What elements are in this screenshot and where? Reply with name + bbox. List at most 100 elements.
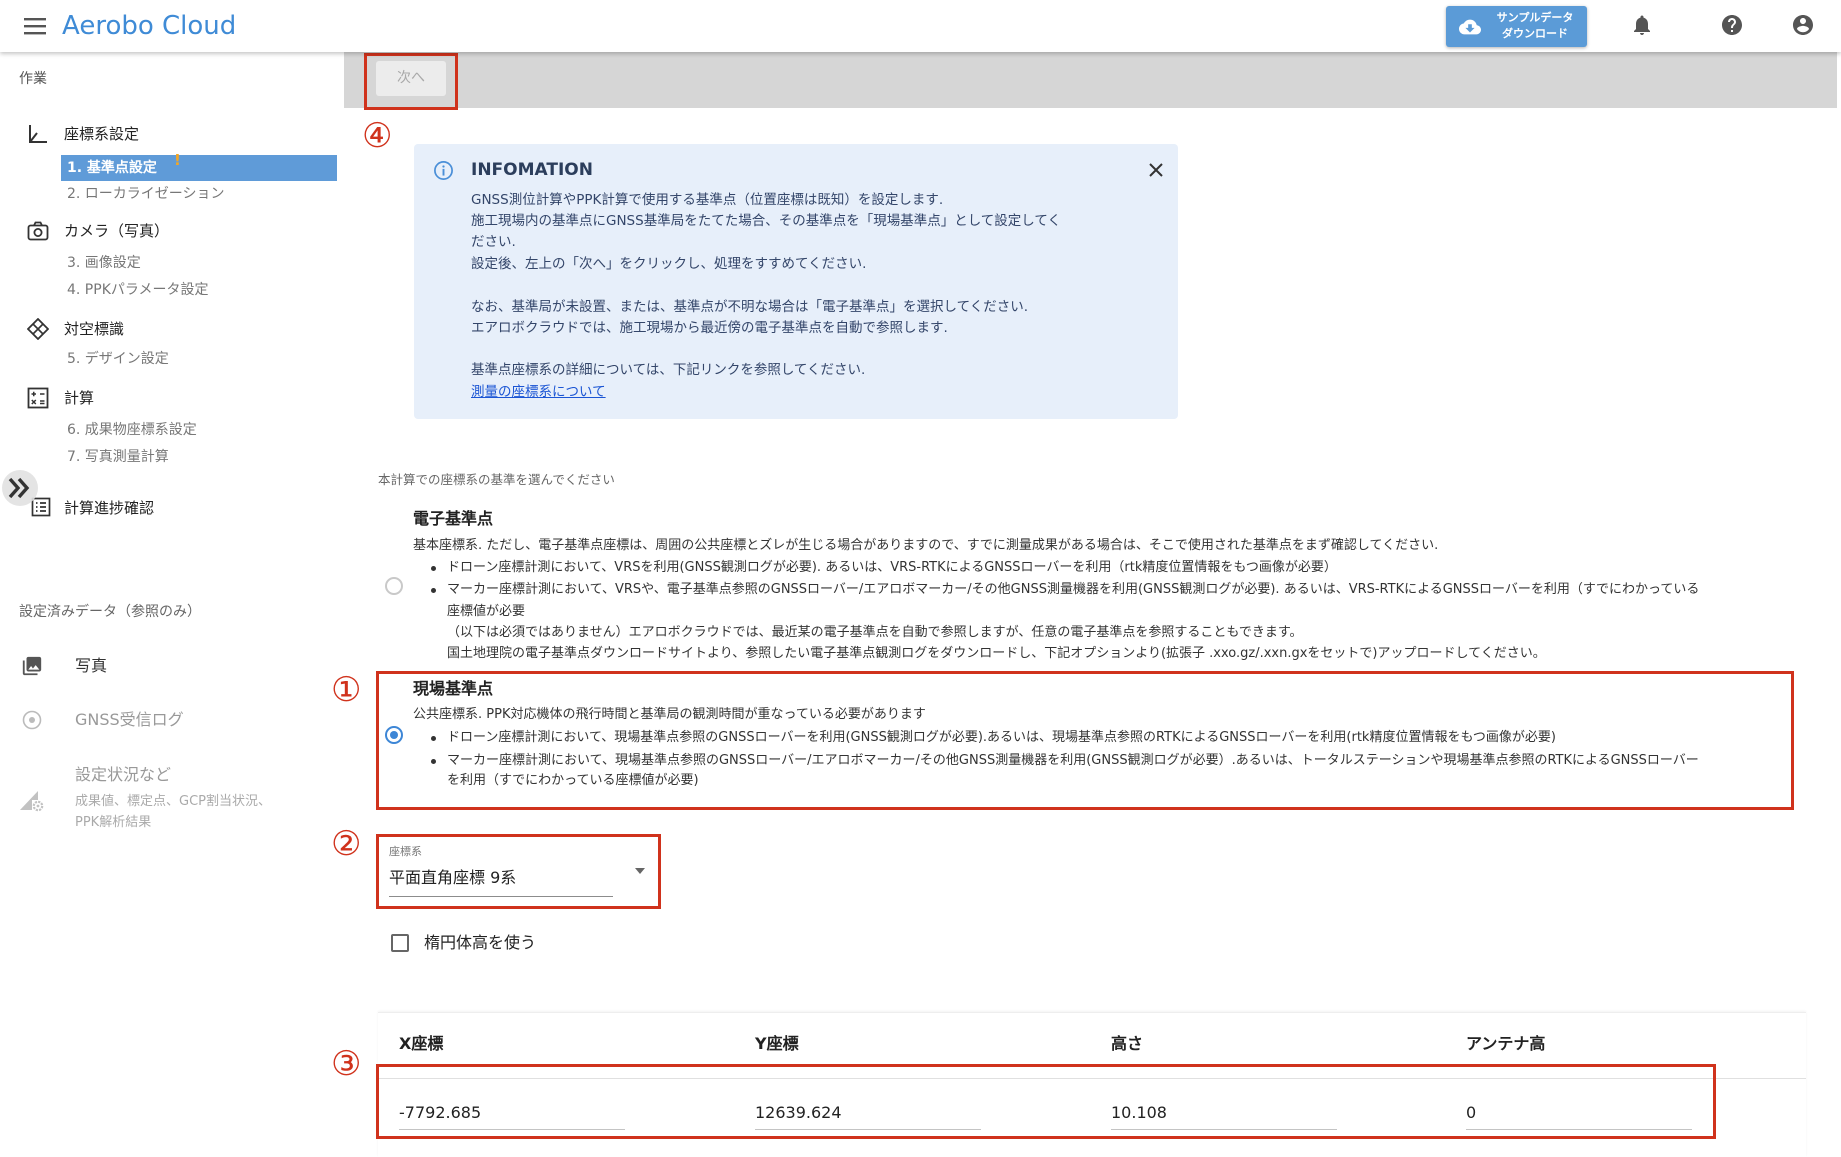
bullet-marker [431, 759, 436, 764]
axis-icon [27, 123, 49, 145]
gnss-log-icon [21, 709, 43, 731]
app-title[interactable]: Aerobo Cloud [62, 7, 236, 45]
coordinate-system-select[interactable]: 平面直角座標 9系 [389, 866, 516, 890]
double-chevron-right-icon [7, 476, 33, 500]
option-bullet-continuation: 座標値が必要 [447, 604, 526, 619]
menu-icon[interactable] [24, 17, 46, 35]
option-bullet: ドローン座標計測において、現場基準点参照のGNSSローバーを利用(GNSS観測ロ… [447, 730, 1556, 745]
annotation-number-1: ① [331, 670, 362, 710]
sidebar-item-label: 写真 [75, 656, 108, 675]
input-underline [1111, 1129, 1337, 1130]
info-icon [433, 160, 454, 181]
sidebar-section-label: カメラ（写真） [64, 222, 170, 240]
input-underline [399, 1129, 625, 1130]
work-section-label: 作業 [19, 71, 47, 87]
table-header-height: 高さ [1111, 1034, 1144, 1053]
sidebar-item-gnss-log[interactable]: GNSS受信ログ [0, 709, 340, 731]
sidebar-item-reference-point[interactable]: 1. 基準点設定 ! [61, 151, 337, 181]
reference-data-heading: 設定済みデータ（参照のみ） [19, 604, 201, 620]
sidebar-item-photos[interactable]: 写真 [0, 655, 340, 677]
sidebar-item-label: 設定状況など [75, 765, 172, 784]
sample-data-download-button[interactable]: サンプルデータ ダウンロード [1446, 6, 1587, 47]
camera-icon [27, 220, 49, 242]
y-coordinate-input[interactable]: 12639.624 [755, 1102, 842, 1124]
table-header-antenna-height: アンテナ高 [1466, 1034, 1546, 1053]
sidebar-section-camera[interactable]: カメラ（写真） [0, 221, 340, 241]
annotation-box-next [364, 53, 458, 110]
settings-status-icon [19, 788, 45, 812]
account-icon[interactable] [1791, 13, 1815, 37]
download-button-line2: ダウンロード [1502, 27, 1568, 40]
sidebar-item-localization[interactable]: 2. ローカライゼーション [67, 184, 225, 204]
bullet-marker [431, 566, 436, 571]
option-title: 電子基準点 [413, 509, 494, 528]
download-button-line1: サンプルデータ [1496, 11, 1574, 24]
option-bullet: マーカー座標計測において、VRSや、電子基準点参照のGNSSローバー/エアロボマ… [447, 582, 1700, 597]
height-input[interactable]: 10.108 [1111, 1102, 1167, 1124]
input-underline [755, 1129, 981, 1130]
sidebar-section-label: 座標系設定 [64, 125, 140, 143]
bullet-marker [431, 588, 436, 593]
coordinate-system-help-link[interactable]: 測量の座標系について [471, 382, 606, 403]
sidebar-item-output-coordinate-system[interactable]: 6. 成果物座標系設定 [67, 420, 197, 440]
action-toolbar [344, 52, 1837, 108]
ellipsoid-height-label[interactable]: 楕円体高を使う [424, 932, 536, 954]
sidebar-section-target-markers[interactable]: 対空標識 [0, 318, 340, 340]
warning-indicator: ! [174, 151, 181, 169]
info-text-line: なお、基準局が未設置、または、基準点が不明な場合は「電子基準点」を選択してくださ… [471, 299, 1028, 315]
list-icon [31, 497, 53, 519]
sidebar-item-image-settings[interactable]: 3. 画像設定 [67, 253, 141, 273]
option-title: 現場基準点 [413, 679, 494, 698]
option-description: 公共座標系. PPK対応機体の飛行時間と基準局の観測時間が重なっている必要があり… [413, 707, 926, 722]
option-bullet: ドローン座標計測において、VRSを利用(GNSS観測ログが必要). あるいは、V… [447, 560, 1337, 575]
sidebar-item-label: 計算進捗確認 [64, 499, 155, 517]
info-text-line: GNSS測位計算やPPK計算で使用する基準点（位置座標は既知）を設定します. [471, 192, 944, 208]
radio-electronic-reference-point[interactable] [385, 577, 403, 595]
sidebar-item-settings-status[interactable]: 設定状況など 成果値、標定点、GCP割当状況、 PPK解析結果 [0, 764, 340, 834]
info-text-line: 基準点座標系の詳細については、下記リンクを参照してください. [471, 362, 866, 378]
info-text-line: エアロボクラウドでは、施工現場から最近傍の電子基準点を自動で参照します. [471, 320, 948, 336]
sidebar-item-sublabel: PPK解析結果 [75, 815, 152, 830]
sidebar-item-ppk-parameters[interactable]: 4. PPKパラメータ設定 [67, 280, 208, 300]
info-text-line: 設定後、左上の「次へ」をクリックし、処理をすすめてください. [471, 256, 867, 272]
target-marker-icon [27, 318, 49, 340]
annotation-number-3: ③ [331, 1044, 362, 1084]
info-text-line: ださい. [471, 234, 516, 250]
radio-site-reference-point[interactable] [385, 726, 403, 744]
sidebar-item-label: GNSS受信ログ [75, 710, 184, 729]
table-header-x: X座標 [399, 1034, 444, 1053]
table-header-y: Y座標 [755, 1034, 799, 1053]
sidebar-section-label: 対空標識 [64, 320, 125, 338]
input-underline [1466, 1129, 1692, 1130]
option-note: （以下は必須ではありません）エアロボクラウドでは、最近某の電子基準点を自動で参照… [447, 625, 1303, 640]
photo-library-icon [21, 655, 43, 677]
annotation-box-coordinates [376, 1064, 1716, 1139]
sidebar-item-photogrammetry[interactable]: 7. 写真測量計算 [67, 447, 169, 467]
annotation-number-4: ④ [362, 116, 393, 156]
sidebar-section-label: 計算 [64, 389, 95, 407]
download-button-label: サンプルデータ ダウンロード [1488, 10, 1582, 42]
antenna-height-input[interactable]: 0 [1466, 1102, 1476, 1124]
info-title: INFOMATION [471, 160, 593, 180]
top-bar: Aerobo Cloud サンプルデータ ダウンロード [0, 0, 1841, 52]
sidebar: 作業 座標系設定 1. 基準点設定 ! 2. ローカライゼーション カメラ（写真… [0, 0, 340, 1157]
calculator-icon [27, 387, 49, 409]
sidebar-item-calculation-progress[interactable]: 計算進捗確認 [0, 497, 340, 519]
x-coordinate-input[interactable]: -7792.685 [399, 1102, 481, 1124]
option-description: 基本座標系. ただし、電子基準点座標は、周囲の公共座標とズレが生じる場合がありま… [413, 538, 1439, 553]
sidebar-item-label: 1. 基準点設定 [67, 160, 157, 176]
close-icon[interactable] [1147, 161, 1165, 179]
help-icon[interactable] [1720, 13, 1744, 37]
reference-choice-prompt: 本計算での座標系の基準を選んでください [378, 472, 615, 487]
sidebar-section-coordinate-system[interactable]: 座標系設定 [0, 124, 340, 144]
cloud-download-icon [1457, 16, 1483, 38]
sidebar-expand-button[interactable] [2, 470, 38, 506]
sidebar-item-design-settings[interactable]: 5. デザイン設定 [67, 349, 169, 369]
sidebar-section-calculation[interactable]: 計算 [0, 387, 340, 409]
ellipsoid-height-checkbox[interactable] [391, 934, 409, 952]
option-bullet: マーカー座標計測において、現場基準点参照のGNSSローバー/エアロボマーカー/そ… [447, 753, 1699, 768]
notifications-icon[interactable] [1630, 13, 1654, 37]
chevron-down-icon[interactable] [635, 868, 645, 874]
sidebar-item-sublabel: 成果値、標定点、GCP割当状況、 [75, 794, 271, 809]
info-text-line: 施工現場内の基準点にGNSS基準局をたてた場合、その基準点を「現場基準点」として… [471, 213, 1061, 229]
